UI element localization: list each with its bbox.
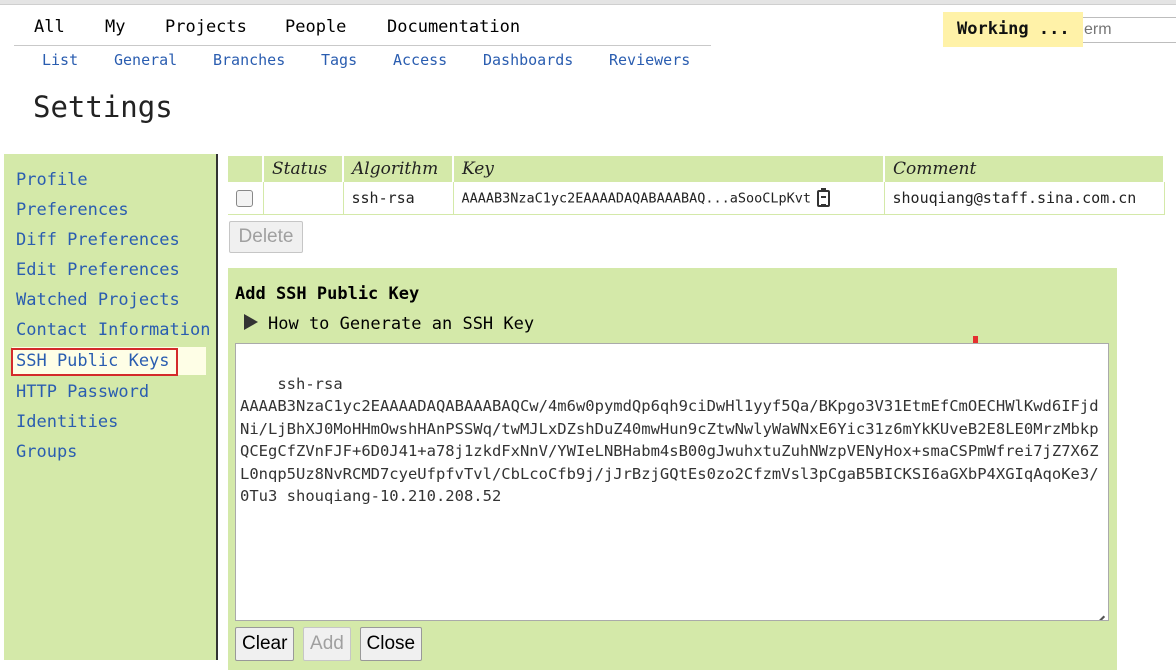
- sidebar-item-ssh-public-keys[interactable]: SSH Public Keys: [12, 347, 206, 375]
- header-key: Key: [453, 156, 885, 182]
- sidebar-item-http-password[interactable]: HTTP Password: [16, 382, 149, 402]
- row-comment: shouqiang@staff.sina.com.cn: [884, 182, 1165, 215]
- header-status: Status: [263, 156, 344, 182]
- sidebar-item-contact-information[interactable]: Contact Information: [16, 320, 210, 340]
- close-button[interactable]: Close: [359, 627, 423, 661]
- row-key: AAAAB3NzaC1yc2EAAAADAQABAAABAQ...aSooCLp…: [461, 190, 812, 206]
- working-status: Working ...: [943, 12, 1083, 47]
- menu-documentation[interactable]: Documentation: [387, 17, 520, 37]
- ssh-key-textarea[interactable]: ssh-rsa AAAAB3NzaC1yc2EAAAADAQABAAABAQCw…: [235, 343, 1109, 621]
- ssh-keys-table: Status Algorithm Key Comment ssh-rsa AAA…: [228, 156, 1165, 215]
- submenu-tags[interactable]: Tags: [321, 51, 357, 69]
- table-header-row: Status Algorithm Key Comment: [228, 156, 1165, 182]
- resize-handle-icon[interactable]: [1089, 601, 1105, 617]
- menu-people[interactable]: People: [285, 17, 346, 37]
- submenu-reviewers[interactable]: Reviewers: [609, 51, 690, 69]
- window-top-border: [0, 0, 1176, 5]
- clipboard-icon[interactable]: [817, 187, 830, 207]
- row-algorithm: ssh-rsa: [343, 182, 454, 215]
- sidebar-item-identities[interactable]: Identities: [16, 412, 118, 432]
- header-select: [228, 156, 264, 182]
- add-panel-title: Add SSH Public Key: [235, 284, 420, 304]
- disclosure-triangle-icon: [244, 314, 258, 330]
- ssh-key-text: ssh-rsa AAAAB3NzaC1yc2EAAAADAQABAAABAQCw…: [240, 374, 1099, 506]
- submenu-list[interactable]: List: [42, 51, 78, 69]
- menu-my[interactable]: My: [105, 17, 125, 37]
- settings-sidebar: Profile Preferences Diff Preferences Edi…: [4, 154, 218, 660]
- menu-projects[interactable]: Projects: [165, 17, 247, 37]
- add-button[interactable]: Add: [303, 627, 351, 661]
- submenu-general[interactable]: General: [114, 51, 177, 69]
- sidebar-item-preferences[interactable]: Preferences: [16, 200, 129, 220]
- row-status: [263, 182, 344, 215]
- add-panel-buttons: Clear Add Close: [235, 627, 423, 661]
- how-to-generate-toggle[interactable]: How to Generate an SSH Key: [244, 314, 534, 334]
- row-select-cell: [228, 182, 264, 215]
- sub-menu: List General Branches Tags Access Dashbo…: [14, 51, 714, 73]
- submenu-dashboards[interactable]: Dashboards: [483, 51, 573, 69]
- submenu-branches[interactable]: Branches: [213, 51, 285, 69]
- how-to-generate-label: How to Generate an SSH Key: [268, 314, 535, 334]
- sidebar-item-watched-projects[interactable]: Watched Projects: [16, 290, 180, 310]
- row-key-cell: AAAAB3NzaC1yc2EAAAADAQABAAABAQ...aSooCLp…: [453, 182, 885, 215]
- sidebar-item-profile[interactable]: Profile: [16, 170, 88, 190]
- search-input[interactable]: [1075, 17, 1176, 43]
- delete-button[interactable]: Delete: [229, 221, 303, 253]
- sidebar-item-edit-preferences[interactable]: Edit Preferences: [16, 260, 180, 280]
- add-ssh-key-panel: Add SSH Public Key How to Generate an SS…: [228, 268, 1117, 670]
- header-comment: Comment: [884, 156, 1165, 182]
- top-menu: All My Projects People Documentation: [14, 17, 711, 46]
- header-algorithm: Algorithm: [343, 156, 454, 182]
- clear-button[interactable]: Clear: [235, 627, 295, 661]
- page-title: Settings: [33, 90, 173, 124]
- menu-all[interactable]: All: [34, 17, 65, 37]
- row-checkbox[interactable]: [236, 190, 253, 207]
- sidebar-item-groups[interactable]: Groups: [16, 442, 77, 462]
- table-row: ssh-rsa AAAAB3NzaC1yc2EAAAADAQABAAABAQ..…: [228, 182, 1165, 215]
- submenu-access[interactable]: Access: [393, 51, 447, 69]
- sidebar-item-diff-preferences[interactable]: Diff Preferences: [16, 230, 180, 250]
